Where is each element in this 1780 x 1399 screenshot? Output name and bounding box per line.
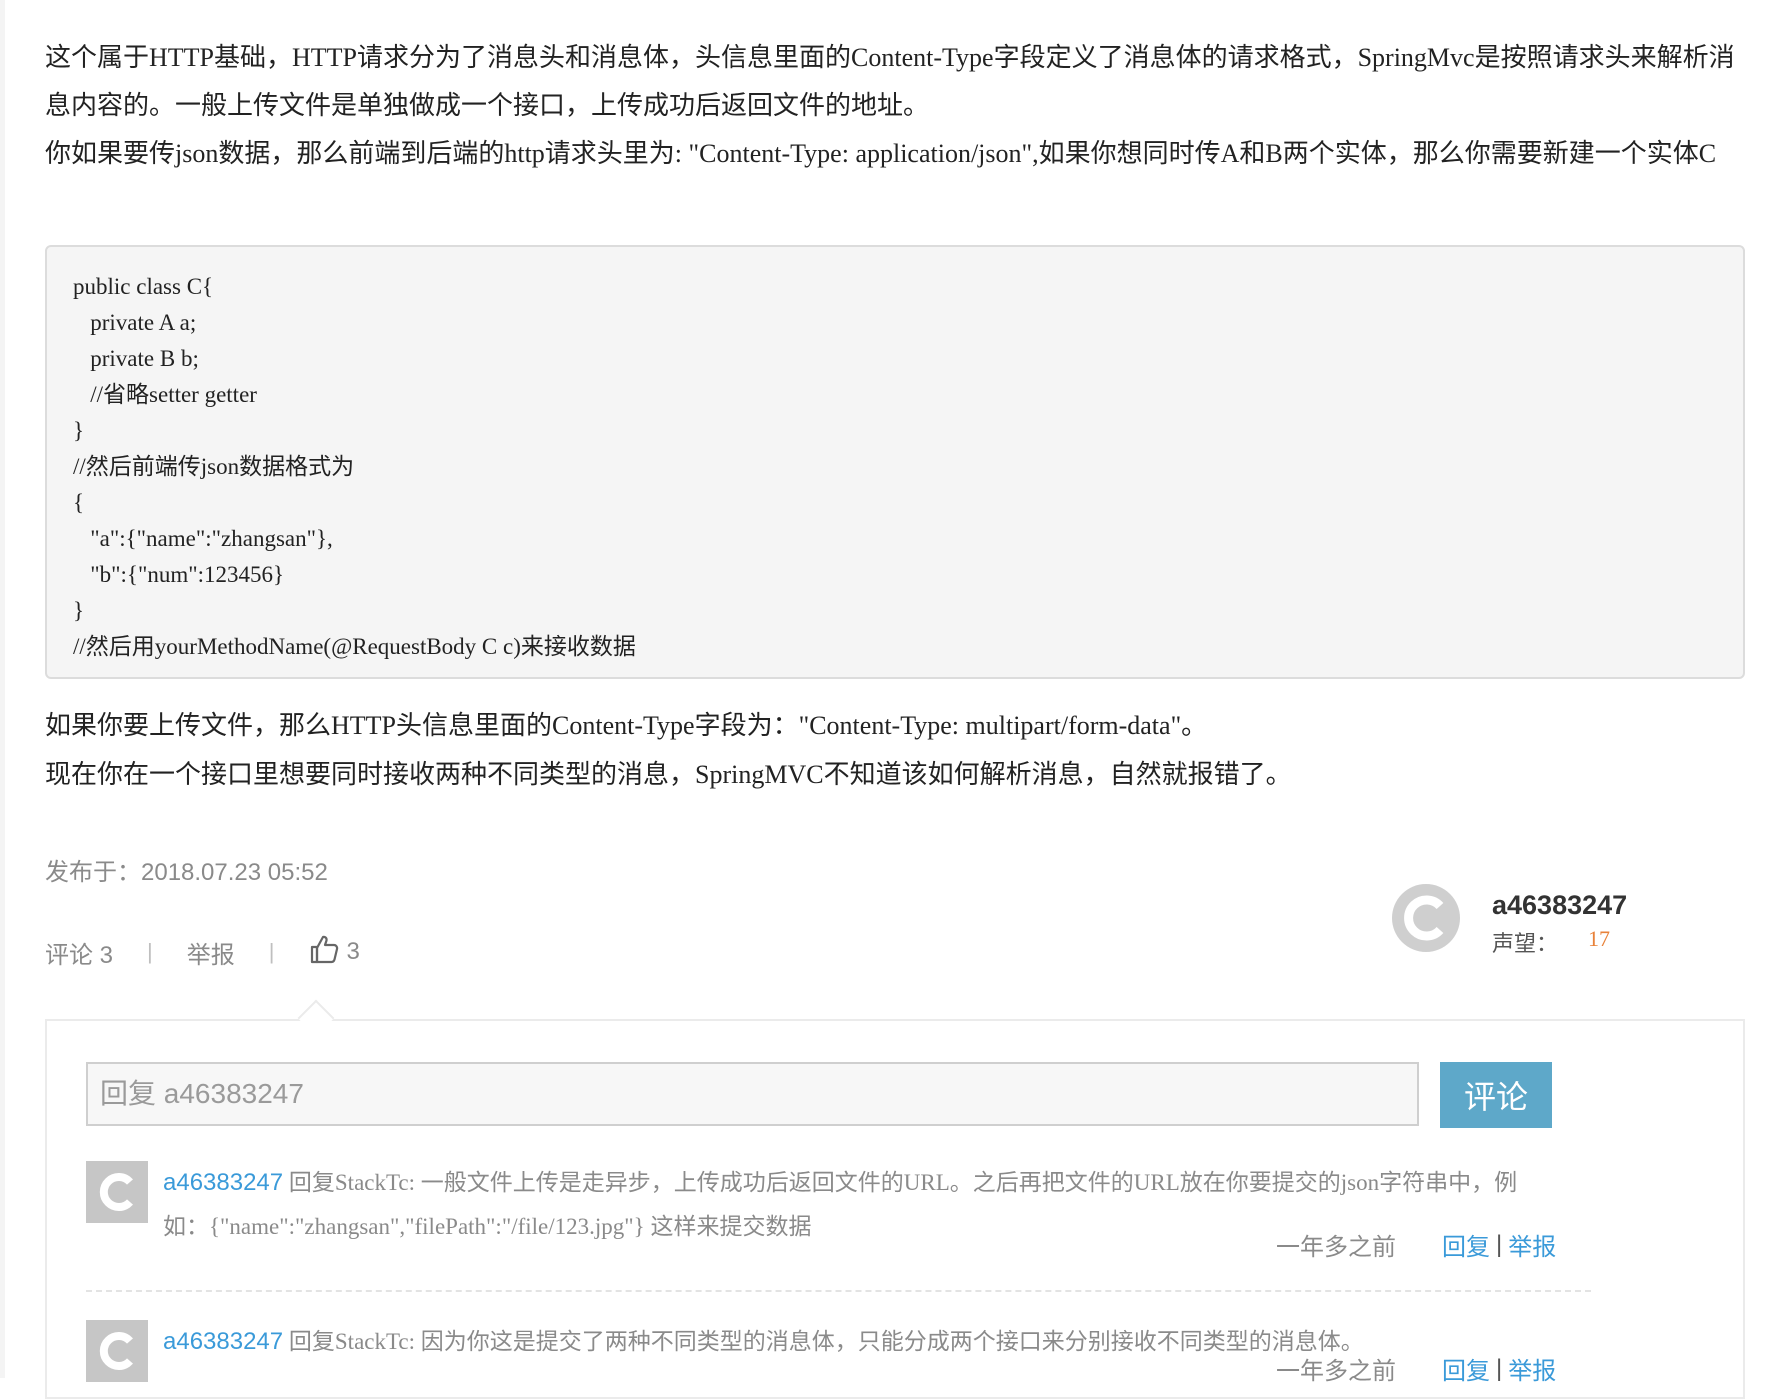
code-line: { — [73, 490, 85, 515]
answer-paragraph-2: 你如果要传json数据，那么前端到后端的http请求头里为: "Content-… — [45, 139, 1717, 168]
reputation-label: 声望： — [1492, 931, 1559, 956]
comment-divider — [86, 1290, 1591, 1292]
comment-report-link[interactable]: 举报 — [1508, 1351, 1556, 1386]
code-line: //然后前端传json数据格式为 — [73, 454, 355, 479]
like-count: 3 — [346, 938, 360, 965]
publish-date: 发布于：2018.07.23 05:52 — [45, 859, 328, 886]
author-card: a46383247 声望： 17 — [1390, 882, 1730, 956]
code-block: public class C{ private A a; private B b… — [45, 245, 1745, 679]
code-line: "b":{"num":123456} — [73, 562, 285, 587]
comment-time: 一年多之前 — [1276, 1234, 1396, 1261]
answer-paragraph-3: 如果你要上传文件，那么HTTP头信息里面的Content-Type字段为："Co… — [45, 711, 1208, 740]
author-name[interactable]: a46383247 — [1492, 890, 1627, 921]
page-left-edge — [0, 0, 5, 1378]
separator: | — [268, 939, 275, 964]
report-link[interactable]: 举报 — [187, 935, 235, 970]
avatar[interactable] — [86, 1320, 148, 1382]
avatar[interactable] — [1390, 882, 1462, 954]
comment-time: 一年多之前 — [1276, 1358, 1396, 1385]
comment-submit-button[interactable]: 评论 — [1440, 1062, 1552, 1128]
answer-actions: 评论 3 | 举报 | 3 — [45, 932, 360, 972]
code-line: public class C{ — [73, 274, 214, 299]
code-line: } — [73, 418, 85, 443]
code-line: private A a; — [73, 310, 197, 335]
author-reputation: 声望： 17 — [1492, 926, 1610, 958]
code-line: } — [73, 598, 85, 623]
answer-paragraph-4: 现在你在一个接口里想要同时接收两种不同类型的消息，SpringMVC不知道该如何… — [45, 760, 1292, 789]
comment-report-link[interactable]: 举报 — [1508, 1227, 1556, 1262]
comment-reply-link[interactable]: 回复 — [1442, 1227, 1490, 1262]
comment-footer: 一年多之前 回复 | 举报 — [1276, 1351, 1586, 1386]
code-line: //然后用yourMethodName(@RequestBody C c)来接收… — [73, 634, 636, 659]
comment-user-link[interactable]: a46383247 — [163, 1169, 283, 1196]
separator: | — [1496, 1354, 1503, 1382]
comments-toggle[interactable]: 评论 3 — [45, 935, 113, 970]
separator: | — [1496, 1230, 1503, 1258]
answer-intro: 这个属于HTTP基础，HTTP请求分为了消息头和消息体，头信息里面的Conten… — [45, 34, 1745, 178]
comment-user-link[interactable]: a46383247 — [163, 1328, 283, 1355]
like-button[interactable]: 3 — [308, 933, 360, 972]
code-line: "a":{"name":"zhangsan"}, — [73, 526, 333, 551]
answer-conclusion: 如果你要上传文件，那么HTTP头信息里面的Content-Type字段为："Co… — [45, 701, 1745, 799]
comment-reply-link[interactable]: 回复 — [1442, 1351, 1490, 1386]
thumbs-up-icon — [308, 933, 340, 972]
comment-footer: 一年多之前 回复 | 举报 — [1276, 1227, 1586, 1262]
separator: | — [147, 939, 153, 964]
reputation-value: 17 — [1588, 926, 1611, 951]
answer-paragraph-1: 这个属于HTTP基础，HTTP请求分为了消息头和消息体，头信息里面的Conten… — [45, 43, 1735, 120]
reply-input[interactable] — [86, 1062, 1419, 1126]
code-line: //省略setter getter — [73, 382, 257, 407]
avatar[interactable] — [86, 1161, 148, 1223]
code-line: private B b; — [73, 346, 199, 371]
comment-text: 回复StackTc: 因为你这是提交了两种不同类型的消息体，只能分成两个接口来分… — [283, 1329, 1364, 1354]
